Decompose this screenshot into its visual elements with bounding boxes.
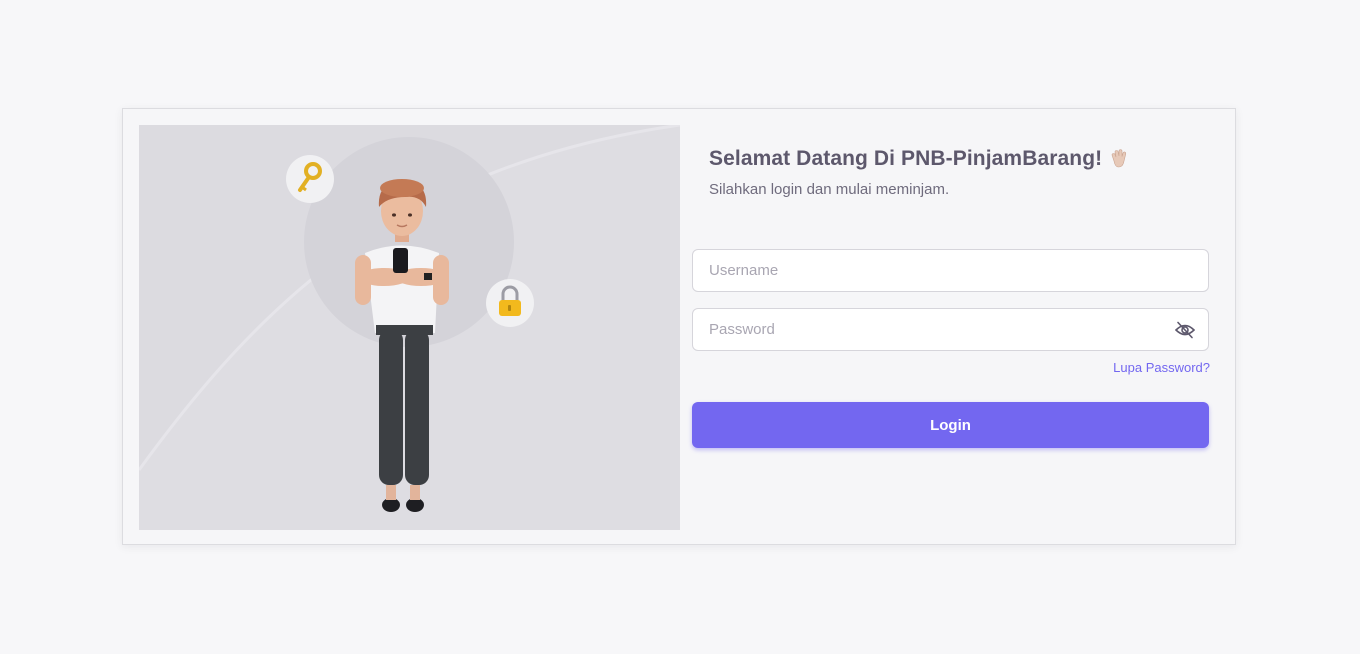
- login-button[interactable]: Login: [692, 402, 1209, 448]
- person-with-phone-illustration: [139, 125, 680, 530]
- login-illustration: [139, 125, 680, 530]
- eye-off-icon[interactable]: [1175, 321, 1195, 339]
- username-input[interactable]: [692, 249, 1209, 292]
- forgot-password-link[interactable]: Lupa Password?: [1113, 360, 1210, 375]
- password-input[interactable]: [692, 308, 1209, 351]
- page-title: Selamat Datang Di PNB-PinjamBarang!: [709, 147, 1103, 170]
- key-icon: [286, 155, 334, 203]
- login-card: Selamat Datang Di PNB-PinjamBarang! Sila…: [122, 108, 1236, 545]
- page-subtitle: Silahkan login dan mulai meminjam.: [709, 181, 950, 198]
- login-form: Selamat Datang Di PNB-PinjamBarang! Sila…: [692, 125, 1210, 530]
- title-row: Selamat Datang Di PNB-PinjamBarang!: [709, 147, 1130, 171]
- waving-hand-icon: [1111, 149, 1127, 168]
- lock-icon: [486, 279, 534, 327]
